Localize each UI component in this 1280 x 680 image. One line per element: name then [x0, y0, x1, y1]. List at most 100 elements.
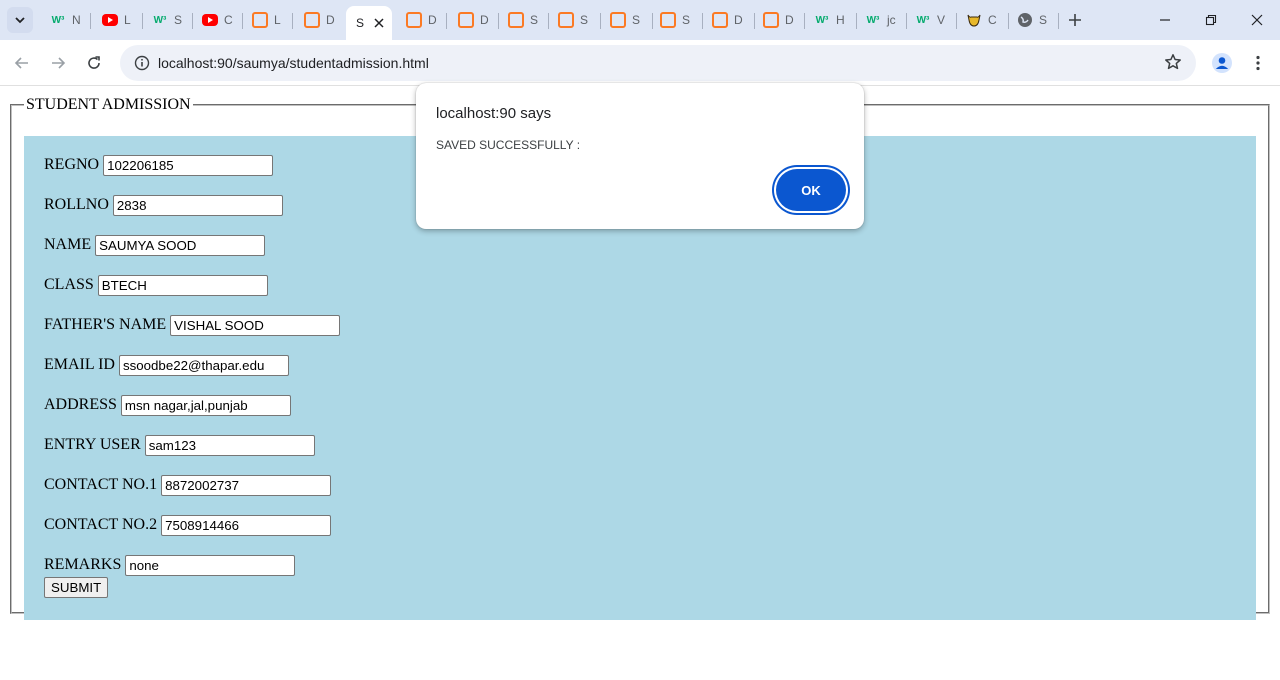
contact1-input[interactable]: [161, 474, 332, 496]
w3schools-icon: W³: [153, 14, 167, 26]
star-icon: [1165, 54, 1181, 70]
youtube-icon: [202, 14, 218, 26]
tab[interactable]: C: [956, 6, 1008, 34]
rollno-label: ROLLNO: [44, 196, 109, 213]
tab[interactable]: D: [702, 6, 754, 34]
tab[interactable]: D: [753, 6, 805, 34]
father-name-row: FATHER'S NAME: [44, 314, 341, 336]
contact2-row: CONTACT NO.2: [44, 514, 332, 536]
avatar-icon: [1212, 53, 1232, 73]
globe-icon: [1017, 12, 1033, 28]
restore-icon: [1205, 14, 1217, 26]
w3schools-icon: W³: [866, 14, 880, 26]
close-icon: [1251, 14, 1263, 26]
father-name-input[interactable]: [170, 314, 341, 336]
youtube-icon: [102, 14, 118, 26]
profile-button[interactable]: [1208, 49, 1236, 77]
tab[interactable]: S: [548, 6, 600, 34]
remarks-label: REMARKS: [44, 556, 122, 573]
tab-title: D: [428, 13, 437, 27]
email-label: EMAIL ID: [44, 356, 115, 373]
minimize-button[interactable]: [1142, 0, 1188, 40]
ok-button[interactable]: OK: [776, 169, 846, 211]
address-row: ADDRESS: [44, 394, 291, 416]
tab[interactable]: D: [294, 6, 344, 34]
entry-user-row: ENTRY USER: [44, 434, 315, 456]
entry-user-label: ENTRY USER: [44, 436, 141, 453]
tab[interactable]: D: [396, 6, 446, 34]
chevron-down-icon: [15, 17, 25, 24]
tab-title: N: [72, 13, 81, 27]
bookmark-button[interactable]: [1164, 53, 1182, 76]
arrow-right-icon: [52, 57, 66, 69]
tab-title: C: [224, 13, 233, 27]
xampp-icon: [558, 12, 574, 28]
tab-title: L: [124, 13, 131, 27]
reload-button[interactable]: [80, 49, 108, 77]
tab[interactable]: W³ jc: [855, 6, 907, 34]
contact2-input[interactable]: [161, 514, 332, 536]
tab-title: S: [580, 13, 589, 27]
tab-title: S: [174, 13, 183, 27]
tab[interactable]: W³ H: [804, 6, 856, 34]
address-label: ADDRESS: [44, 396, 117, 413]
class-row: CLASS: [44, 274, 268, 296]
close-icon[interactable]: [374, 18, 384, 28]
address-bar[interactable]: localhost:90/saumya/studentadmission.htm…: [120, 45, 1196, 81]
forward-button[interactable]: [44, 49, 72, 77]
tab[interactable]: S: [498, 6, 548, 34]
bull-icon: [966, 12, 982, 28]
contact2-label: CONTACT NO.2: [44, 516, 158, 533]
remarks-input[interactable]: [125, 554, 296, 576]
tab-title: S: [682, 13, 691, 27]
close-window-button[interactable]: [1234, 0, 1280, 40]
father-name-label: FATHER'S NAME: [44, 316, 167, 333]
tab[interactable]: L: [242, 6, 292, 34]
regno-input[interactable]: [103, 154, 274, 176]
xampp-icon: [763, 12, 779, 28]
tab[interactable]: S: [1007, 6, 1059, 34]
tab-title: C: [988, 13, 997, 27]
back-button[interactable]: [8, 49, 36, 77]
class-input[interactable]: [97, 274, 268, 296]
tab-title: H: [836, 13, 845, 27]
regno-label: REGNO: [44, 156, 100, 173]
tab-title: D: [326, 13, 335, 27]
contact1-row: CONTACT NO.1: [44, 474, 332, 496]
tab-title: V: [937, 13, 946, 27]
url-text[interactable]: localhost:90/saumya/studentadmission.htm…: [158, 55, 429, 71]
tab[interactable]: D: [448, 6, 498, 34]
restore-button[interactable]: [1188, 0, 1234, 40]
browser-menu-button[interactable]: [1246, 49, 1270, 77]
tab-active[interactable]: S: [346, 6, 392, 40]
form-legend: STUDENT ADMISSION: [26, 96, 191, 113]
tab-strip: W³ N L W³ S C L D S D D S S S S D D W³ H…: [0, 0, 1280, 40]
email-input[interactable]: [118, 354, 289, 376]
new-tab-button[interactable]: [1063, 8, 1087, 32]
site-info-button[interactable]: [128, 49, 156, 77]
name-input[interactable]: [95, 234, 266, 256]
name-row: NAME: [44, 234, 266, 256]
dialog-title: localhost:90 says: [436, 105, 552, 122]
info-icon: [134, 55, 150, 71]
tab[interactable]: W³ V: [905, 6, 957, 34]
tab[interactable]: S: [600, 6, 652, 34]
tab[interactable]: W³ S: [142, 6, 192, 34]
tab[interactable]: W³ N: [40, 6, 90, 34]
tab-search-button[interactable]: [7, 7, 33, 33]
minimize-icon: [1160, 19, 1170, 21]
submit-button[interactable]: SUBMIT: [44, 577, 109, 598]
tab[interactable]: S: [650, 6, 702, 34]
class-label: CLASS: [44, 276, 94, 293]
rollno-row: ROLLNO: [44, 194, 283, 216]
tab[interactable]: C: [192, 6, 242, 34]
xampp-icon: [252, 12, 268, 28]
tab[interactable]: L: [92, 6, 142, 34]
xampp-icon: [712, 12, 728, 28]
entry-user-input[interactable]: [144, 434, 315, 456]
w3schools-icon: W³: [51, 14, 65, 26]
tab-title: jc: [887, 13, 896, 27]
more-vertical-icon: [1256, 55, 1260, 71]
address-input[interactable]: [120, 394, 291, 416]
rollno-input[interactable]: [112, 194, 283, 216]
